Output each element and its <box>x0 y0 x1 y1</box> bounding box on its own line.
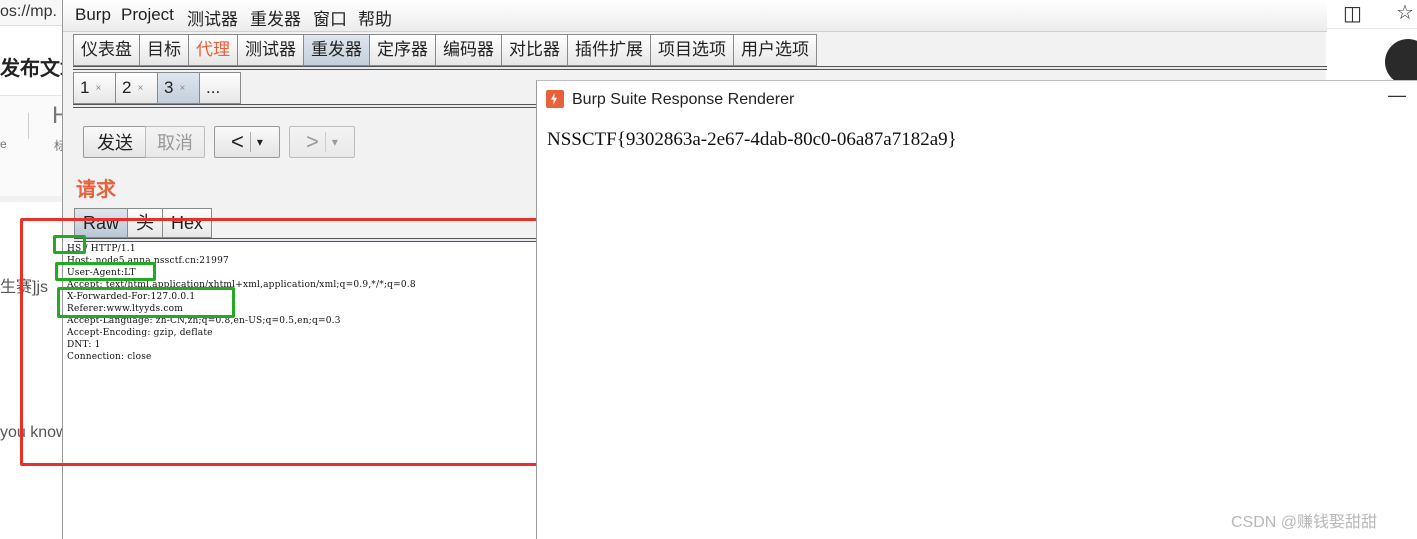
chevron-down-icon[interactable]: ▾ <box>249 132 269 152</box>
tab-proxy[interactable]: 代理 <box>188 34 237 66</box>
chevron-right-icon: > <box>306 129 319 154</box>
browser-toolbar-label-left: e <box>0 137 7 151</box>
repeater-tab-label: 2 <box>122 78 132 97</box>
menu-window[interactable]: 窗口 <box>313 5 347 30</box>
close-icon[interactable]: × <box>95 83 101 94</box>
browser-url-text: os://mp. <box>0 3 57 20</box>
menu-help[interactable]: 帮助 <box>358 5 392 30</box>
split-screen-icon[interactable]: ◫ <box>1343 1 1362 26</box>
favorite-star-icon[interactable]: ☆ <box>1396 0 1414 25</box>
repeater-sub-tabs: 1 × 2 × 3 × ... <box>73 72 241 104</box>
repeater-tab-label: ... <box>206 78 221 97</box>
next-button[interactable]: > ▾ <box>289 126 355 158</box>
tab-user-options[interactable]: 用户选项 <box>733 34 817 66</box>
tab-comparer[interactable]: 对比器 <box>501 34 567 66</box>
menu-burp[interactable]: Burp <box>75 5 111 25</box>
menu-intruder[interactable]: 测试器 <box>187 5 238 30</box>
close-icon[interactable]: × <box>137 83 143 94</box>
browser-address-bar[interactable]: os://mp. <box>0 0 62 26</box>
response-renderer-window: Burp Suite Response Renderer — NSSCTF{93… <box>536 80 1417 539</box>
cancel-button[interactable]: 取消 <box>145 126 205 158</box>
renderer-window-title: Burp Suite Response Renderer <box>572 91 795 108</box>
chevron-left-icon: < <box>231 129 244 154</box>
sub-tab-underline <box>73 104 543 108</box>
renderer-titlebar[interactable]: Burp Suite Response Renderer — <box>537 81 1417 119</box>
browser-toolbar-separator <box>28 113 29 139</box>
minimize-icon[interactable]: — <box>1388 85 1406 106</box>
cancel-button-label: 取消 <box>157 133 193 153</box>
send-button[interactable]: 发送 <box>83 126 147 158</box>
menu-repeater[interactable]: 重发器 <box>250 5 301 30</box>
tab-intruder[interactable]: 测试器 <box>237 34 303 66</box>
renderer-response-text: NSSCTF{9302863a-2e67-4dab-80c0-06a87a718… <box>547 129 957 150</box>
menu-bar: Burp Project 测试器 重发器 窗口 帮助 <box>63 0 1327 32</box>
menu-project[interactable]: Project <box>121 5 174 25</box>
annotation-green-box-method <box>53 235 86 254</box>
tab-target[interactable]: 目标 <box>139 34 188 66</box>
tab-extender[interactable]: 插件扩展 <box>567 34 650 66</box>
send-button-label: 发送 <box>97 133 133 153</box>
browser-right-divider <box>1326 28 1417 29</box>
request-section-title: 请求 <box>76 177 116 201</box>
watermark: CSDN @赚钱娶甜甜 <box>1231 514 1378 531</box>
main-tab-bar: 仪表盘 目标 代理 测试器 重发器 定序器 编码器 对比器 插件扩展 项目选项 … <box>73 34 817 66</box>
repeater-tab-2[interactable]: 2 × <box>115 72 157 104</box>
tab-project-options[interactable]: 项目选项 <box>650 34 733 66</box>
burp-logo-icon <box>546 90 564 108</box>
close-icon[interactable]: × <box>179 83 185 94</box>
repeater-tab-new[interactable]: ... <box>199 72 241 104</box>
tab-decoder[interactable]: 编码器 <box>435 34 501 66</box>
repeater-tab-label: 3 <box>164 78 174 97</box>
tab-repeater[interactable]: 重发器 <box>303 34 369 66</box>
annotation-green-box-user-agent <box>55 262 156 281</box>
main-tab-underline <box>73 66 1327 70</box>
annotation-green-box-headers <box>57 287 235 318</box>
repeater-tab-3[interactable]: 3 × <box>157 72 199 104</box>
repeater-tab-1[interactable]: 1 × <box>73 72 115 104</box>
chevron-down-icon[interactable]: ▾ <box>324 132 344 152</box>
tab-sequencer[interactable]: 定序器 <box>369 34 435 66</box>
previous-button[interactable]: < ▾ <box>214 126 280 158</box>
repeater-tab-label: 1 <box>80 78 90 97</box>
tab-dashboard[interactable]: 仪表盘 <box>73 34 139 66</box>
browser-band <box>0 196 62 202</box>
annotation-red-box <box>20 218 542 466</box>
